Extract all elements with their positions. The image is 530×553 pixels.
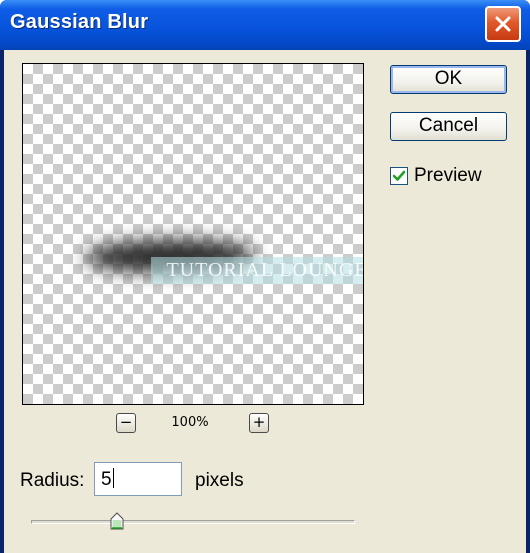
radius-input[interactable]: 5 xyxy=(94,462,182,496)
zoom-level: 100% xyxy=(171,415,209,430)
radius-slider-track[interactable] xyxy=(31,520,355,524)
slider-thumb-icon[interactable] xyxy=(110,512,124,530)
text-caret xyxy=(112,468,114,488)
preview-area[interactable]: TUTORIAL LOUNGE xyxy=(22,63,364,405)
zoom-in-button[interactable]: + xyxy=(249,413,269,433)
radius-label: Radius: xyxy=(20,470,85,491)
close-button[interactable] xyxy=(485,6,521,42)
close-icon xyxy=(495,16,511,32)
dialog-body: TUTORIAL LOUNGE − 100% + OK Cancel Previ… xyxy=(4,50,526,553)
ok-button[interactable]: OK xyxy=(390,65,507,94)
preview-label: Preview xyxy=(414,165,482,186)
radius-value: 5 xyxy=(101,469,112,490)
title-bar[interactable]: Gaussian Blur xyxy=(0,0,530,50)
zoom-out-button[interactable]: − xyxy=(116,413,136,433)
pixels-unit-label: pixels xyxy=(195,470,244,491)
gaussian-blur-dialog: Gaussian Blur TUTORIAL LOUNGE − 100% + O… xyxy=(0,0,530,553)
watermark-text: TUTORIAL LOUNGE xyxy=(151,257,363,284)
dialog-title: Gaussian Blur xyxy=(10,11,149,33)
cancel-button[interactable]: Cancel xyxy=(390,112,507,141)
checkbox-box[interactable] xyxy=(390,167,408,185)
checkmark-icon xyxy=(392,170,406,181)
